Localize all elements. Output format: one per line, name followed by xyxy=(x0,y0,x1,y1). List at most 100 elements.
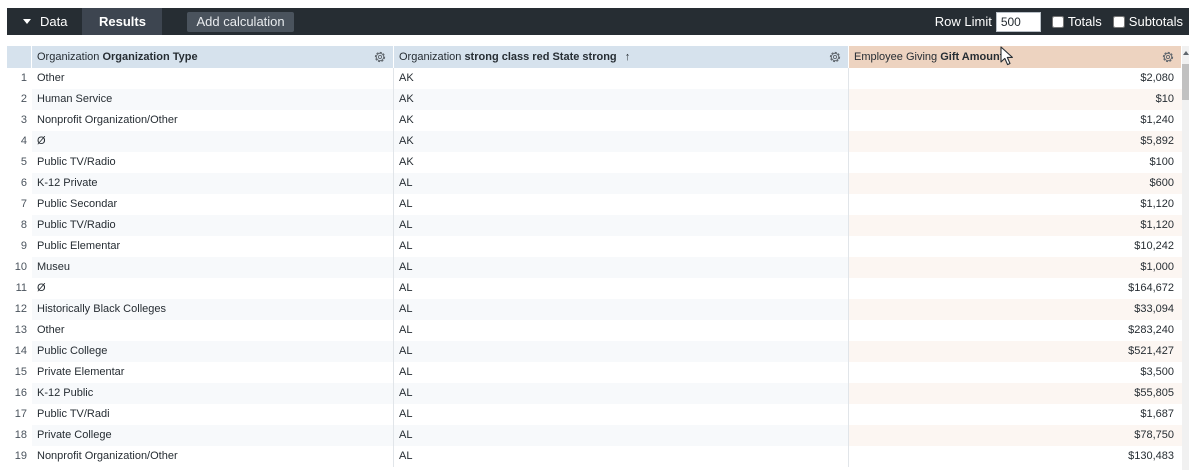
cell-state[interactable]: AL xyxy=(394,299,849,320)
cell-organization-type[interactable]: Museu xyxy=(32,257,394,278)
add-calculation-button[interactable]: Add calculation xyxy=(187,11,294,32)
cell-organization-type[interactable]: K-12 Public xyxy=(32,383,394,404)
cell-organization-type[interactable]: Nonprofit Organization/Other xyxy=(32,446,394,467)
table-row: 7 Public Secondar AL $1,120 xyxy=(7,194,1182,215)
row-index[interactable]: 1 xyxy=(7,68,32,89)
header-gift-amount[interactable]: Employee Giving Gift Amount xyxy=(849,46,1182,68)
data-tab-label: Data xyxy=(40,14,68,29)
cell-state[interactable]: AL xyxy=(394,383,849,404)
cell-gift-amount[interactable]: $78,750 xyxy=(849,425,1182,446)
cell-organization-type[interactable]: Other xyxy=(32,320,394,341)
totals-toggle[interactable]: Totals xyxy=(1051,14,1102,29)
cell-gift-amount[interactable]: $164,672 xyxy=(849,278,1182,299)
table-row: 16 K-12 Public AL $55,805 xyxy=(7,383,1182,404)
cell-gift-amount[interactable]: $1,240 xyxy=(849,110,1182,131)
row-index[interactable]: 5 xyxy=(7,152,32,173)
cell-organization-type[interactable]: Public TV/Radio xyxy=(32,215,394,236)
row-index[interactable]: 17 xyxy=(7,404,32,425)
row-index[interactable]: 8 xyxy=(7,215,32,236)
gear-icon[interactable] xyxy=(1161,50,1175,64)
data-tab[interactable]: Data xyxy=(7,8,79,35)
mouse-pointer-icon xyxy=(1000,46,1013,66)
cell-gift-amount[interactable]: $1,120 xyxy=(849,194,1182,215)
cell-organization-type[interactable]: Historically Black Colleges xyxy=(32,299,394,320)
cell-organization-type[interactable]: Private Elementar xyxy=(32,362,394,383)
sort-ascending-icon[interactable]: ↑ xyxy=(625,51,631,63)
cell-organization-type[interactable]: Public TV/Radi xyxy=(32,404,394,425)
cell-organization-type[interactable]: Other xyxy=(32,68,394,89)
cell-state[interactable]: AL xyxy=(394,194,849,215)
header-organization-type[interactable]: Organization Organization Type xyxy=(32,46,394,68)
cell-state[interactable]: AL xyxy=(394,215,849,236)
scrollbar-thumb[interactable] xyxy=(1182,64,1189,100)
cell-organization-type[interactable]: Private College xyxy=(32,425,394,446)
cell-state[interactable]: AK xyxy=(394,131,849,152)
cell-state[interactable]: AL xyxy=(394,257,849,278)
cell-gift-amount[interactable]: $2,080 xyxy=(849,68,1182,89)
row-index[interactable]: 14 xyxy=(7,341,32,362)
cell-gift-amount[interactable]: $283,240 xyxy=(849,320,1182,341)
cell-state[interactable]: AL xyxy=(394,425,849,446)
header-state[interactable]: Organization strong class red State stro… xyxy=(394,46,849,68)
row-index[interactable]: 19 xyxy=(7,446,32,467)
cell-state[interactable]: AL xyxy=(394,404,849,425)
gear-icon[interactable] xyxy=(373,50,387,64)
totals-checkbox[interactable] xyxy=(1051,15,1064,28)
cell-state[interactable]: AK xyxy=(394,110,849,131)
cell-organization-type[interactable]: Nonprofit Organization/Other xyxy=(32,110,394,131)
cell-organization-type[interactable]: Human Service xyxy=(32,89,394,110)
gear-icon[interactable] xyxy=(828,50,842,64)
table-row: 3 Nonprofit Organization/Other AK $1,240 xyxy=(7,110,1182,131)
cell-state[interactable]: AL xyxy=(394,173,849,194)
cell-organization-type[interactable]: Public College xyxy=(32,341,394,362)
cell-gift-amount[interactable]: $1,687 xyxy=(849,404,1182,425)
row-index[interactable]: 10 xyxy=(7,257,32,278)
cell-organization-type[interactable]: Public Elementar xyxy=(32,236,394,257)
row-index[interactable]: 16 xyxy=(7,383,32,404)
cell-gift-amount[interactable]: $100 xyxy=(849,152,1182,173)
cell-gift-amount[interactable]: $1,000 xyxy=(849,257,1182,278)
cell-gift-amount[interactable]: $130,483 xyxy=(849,446,1182,467)
cell-state[interactable]: AL xyxy=(394,278,849,299)
row-index[interactable]: 15 xyxy=(7,362,32,383)
row-index[interactable]: 6 xyxy=(7,173,32,194)
results-tab[interactable]: Results xyxy=(82,8,163,35)
cell-state[interactable]: AK xyxy=(394,152,849,173)
row-limit-input[interactable] xyxy=(995,11,1041,32)
scroll-up-icon[interactable] xyxy=(1183,51,1189,55)
subtotals-toggle[interactable]: Subtotals xyxy=(1112,14,1183,29)
cell-gift-amount[interactable]: $5,892 xyxy=(849,131,1182,152)
cell-state[interactable]: AL xyxy=(394,362,849,383)
cell-state[interactable]: AL xyxy=(394,341,849,362)
vertical-scrollbar[interactable] xyxy=(1182,46,1189,470)
row-index[interactable]: 2 xyxy=(7,89,32,110)
row-index[interactable]: 9 xyxy=(7,236,32,257)
cell-gift-amount[interactable]: $3,500 xyxy=(849,362,1182,383)
cell-gift-amount[interactable]: $10,242 xyxy=(849,236,1182,257)
cell-gift-amount[interactable]: $1,120 xyxy=(849,215,1182,236)
cell-organization-type[interactable]: K-12 Private xyxy=(32,173,394,194)
cell-organization-type[interactable]: Ø xyxy=(32,131,394,152)
cell-gift-amount[interactable]: $10 xyxy=(849,89,1182,110)
cell-gift-amount[interactable]: $521,427 xyxy=(849,341,1182,362)
cell-state[interactable]: AL xyxy=(394,236,849,257)
row-index[interactable]: 3 xyxy=(7,110,32,131)
cell-state[interactable]: AK xyxy=(394,89,849,110)
cell-gift-amount[interactable]: $33,094 xyxy=(849,299,1182,320)
row-index[interactable]: 11 xyxy=(7,278,32,299)
cell-state[interactable]: AK xyxy=(394,68,849,89)
cell-gift-amount[interactable]: $600 xyxy=(849,173,1182,194)
row-index[interactable]: 12 xyxy=(7,299,32,320)
cell-state[interactable]: AL xyxy=(394,320,849,341)
subtotals-checkbox[interactable] xyxy=(1112,15,1125,28)
cell-gift-amount[interactable]: $55,805 xyxy=(849,383,1182,404)
row-index[interactable]: 13 xyxy=(7,320,32,341)
cell-state[interactable]: AL xyxy=(394,446,849,467)
cell-organization-type[interactable]: Public Secondar xyxy=(32,194,394,215)
cell-organization-type[interactable]: Public TV/Radio xyxy=(32,152,394,173)
table-row: 15 Private Elementar AL $3,500 xyxy=(7,362,1182,383)
row-index[interactable]: 4 xyxy=(7,131,32,152)
cell-organization-type[interactable]: Ø xyxy=(32,278,394,299)
row-index[interactable]: 18 xyxy=(7,425,32,446)
row-index[interactable]: 7 xyxy=(7,194,32,215)
